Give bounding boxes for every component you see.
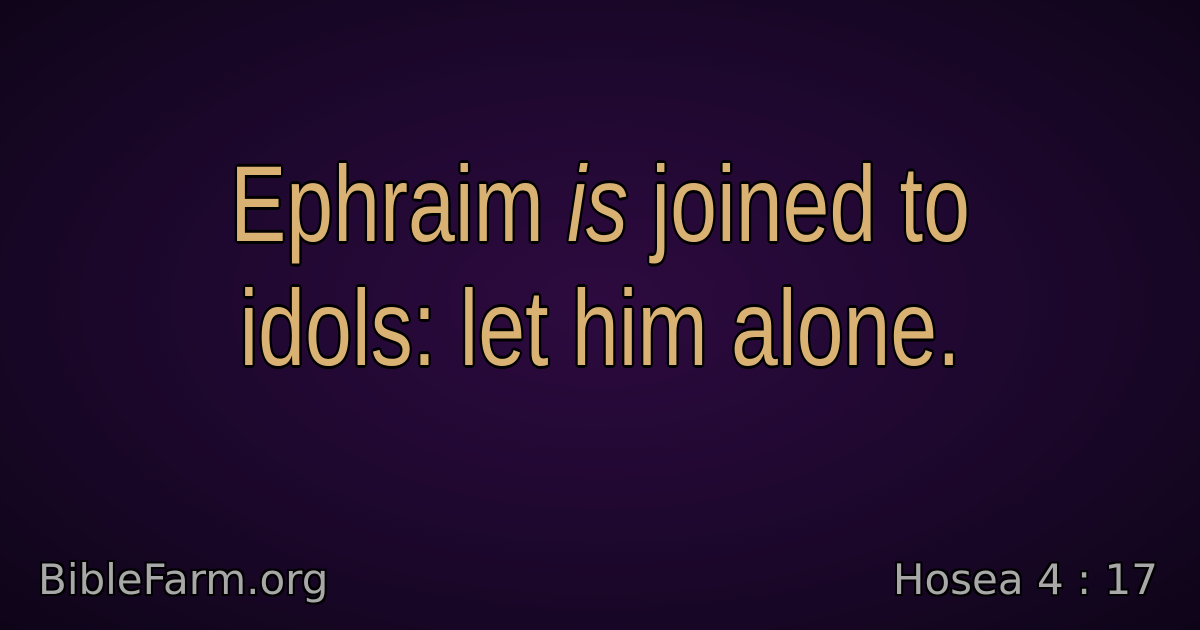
verse-card: { "verse": { "line1_before": "Ephraim ",… — [0, 0, 1200, 630]
verse-italic-word: is — [567, 143, 629, 264]
verse-line-1: Ephraim is joined to — [132, 142, 1068, 266]
verse-line-1-start: Ephraim — [230, 143, 568, 264]
verse-text: Ephraim is joined to idols: let him alon… — [132, 142, 1068, 390]
verse-reference: Hosea 4 : 17 — [892, 555, 1158, 604]
site-name: BibleFarm.org — [38, 555, 329, 604]
verse-line-1-end: joined to — [628, 143, 970, 264]
verse-line-2: idols: let him alone. — [239, 267, 961, 388]
